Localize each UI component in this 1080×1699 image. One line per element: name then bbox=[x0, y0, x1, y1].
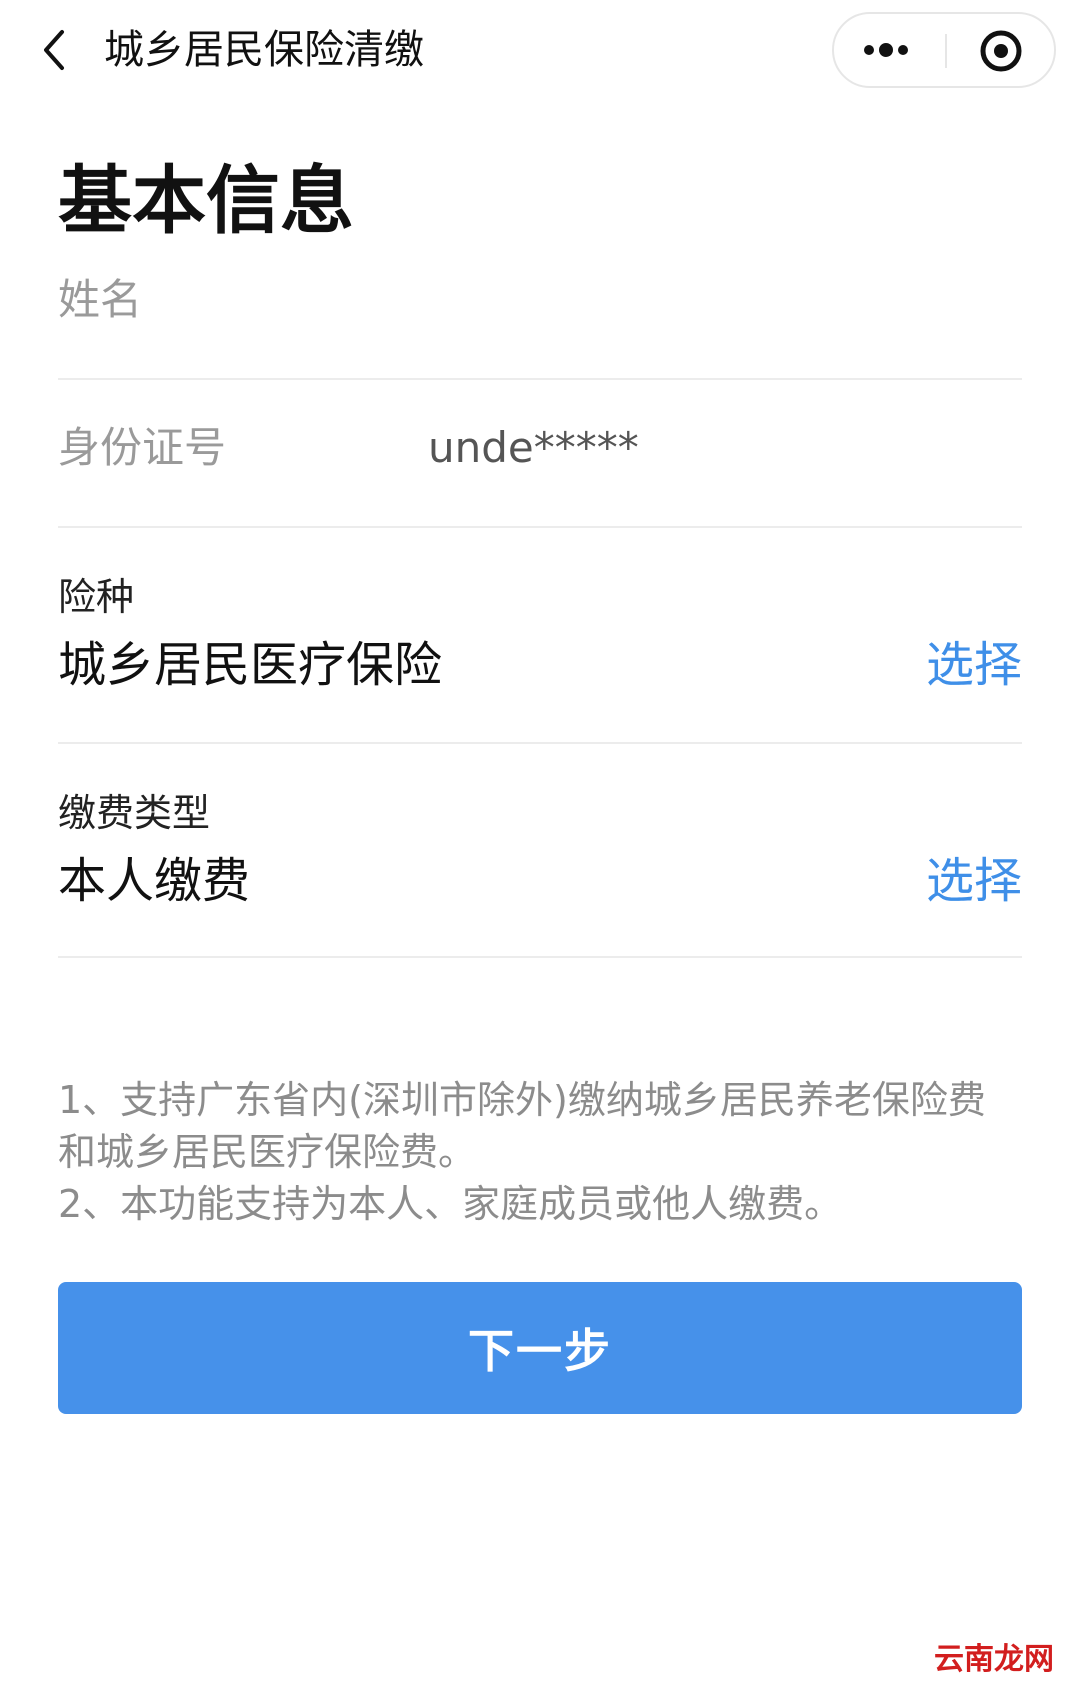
watermark: 云南龙网 bbox=[928, 1640, 1060, 1680]
note-item: 1、支持广东省内(深圳市除外)缴纳城乡居民养老保险费和城乡居民医疗保险费。 bbox=[58, 1078, 986, 1174]
insurance-type-row: 险种 城乡居民医疗保险 选择 bbox=[58, 572, 1022, 702]
divider bbox=[58, 378, 1022, 380]
more-dots-icon bbox=[864, 43, 908, 57]
more-button[interactable] bbox=[834, 14, 944, 86]
page-title: 基本信息 bbox=[58, 158, 354, 244]
payment-type-row: 缴费类型 本人缴费 选择 bbox=[58, 788, 1022, 918]
target-circle-icon bbox=[980, 30, 1022, 72]
top-navbar: 城乡居民保险清缴 bbox=[0, 0, 1080, 100]
mini-program-capsule bbox=[832, 12, 1056, 88]
insurance-type-label: 险种 bbox=[58, 575, 135, 619]
insurance-type-select-button[interactable]: 选择 bbox=[926, 634, 1022, 696]
divider bbox=[58, 526, 1022, 528]
notes-section: 1、支持广东省内(深圳市除外)缴纳城乡居民养老保险费和城乡居民医疗保险费。 2、… bbox=[58, 1074, 1022, 1230]
name-input[interactable] bbox=[58, 272, 1022, 328]
capsule-divider bbox=[945, 34, 947, 68]
next-step-button[interactable]: 下一步 bbox=[58, 1282, 1022, 1414]
id-number-input[interactable] bbox=[428, 420, 1022, 476]
payment-type-label: 缴费类型 bbox=[58, 791, 211, 835]
id-number-label: 身份证号 bbox=[58, 423, 227, 472]
divider bbox=[58, 742, 1022, 744]
divider bbox=[58, 956, 1022, 958]
note-item: 2、本功能支持为本人、家庭成员或他人缴费。 bbox=[58, 1182, 843, 1226]
id-number-row: 身份证号 bbox=[58, 420, 1022, 476]
payment-type-select-button[interactable]: 选择 bbox=[926, 850, 1022, 912]
navbar-title: 城乡居民保险清缴 bbox=[104, 27, 424, 73]
back-button[interactable] bbox=[30, 22, 86, 78]
payment-type-value: 本人缴费 bbox=[58, 853, 251, 909]
insurance-type-value: 城乡居民医疗保险 bbox=[58, 637, 443, 693]
chevron-left-icon bbox=[44, 30, 64, 70]
name-row bbox=[58, 272, 1022, 328]
close-mini-program-button[interactable] bbox=[948, 14, 1054, 86]
insurance-payment-page: 城乡居民保险清缴 基本信息 身份证号 bbox=[0, 0, 1080, 1699]
